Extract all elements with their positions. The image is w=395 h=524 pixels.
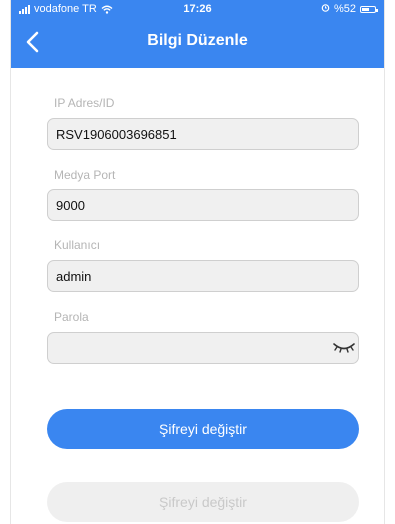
- battery-percent: %52: [333, 3, 356, 15]
- alarm-icon: [321, 0, 330, 18]
- port-input[interactable]: [47, 189, 359, 221]
- change-password-disabled-button[interactable]: Şifreyi değiştir: [47, 482, 359, 522]
- edit-form: IP Adres/ID Medya Port Kullanıcı Parola …: [11, 68, 384, 524]
- navigation-bar: Bilgi Düzenle: [11, 22, 384, 66]
- password-input[interactable]: [47, 332, 359, 364]
- battery-icon: [360, 5, 378, 13]
- status-bar: vodafone TR 17:26 %52: [11, 0, 384, 18]
- page-title: Bilgi Düzenle: [147, 32, 248, 49]
- user-label: Kullanıcı: [54, 238, 101, 252]
- username-input[interactable]: [47, 260, 359, 292]
- change-password-button[interactable]: Şifreyi değiştir: [47, 409, 359, 449]
- hide-password-icon[interactable]: [333, 341, 355, 355]
- status-right: %52: [321, 0, 378, 18]
- ip-input[interactable]: [47, 118, 359, 150]
- top-bar: vodafone TR 17:26 %52 Bilgi Düzenle: [11, 0, 384, 68]
- ip-label: IP Adres/ID: [54, 96, 115, 110]
- password-label: Parola: [54, 310, 89, 324]
- phone-screen: vodafone TR 17:26 %52 Bilgi Düzenle IP A…: [10, 0, 385, 524]
- port-label: Medya Port: [54, 168, 116, 182]
